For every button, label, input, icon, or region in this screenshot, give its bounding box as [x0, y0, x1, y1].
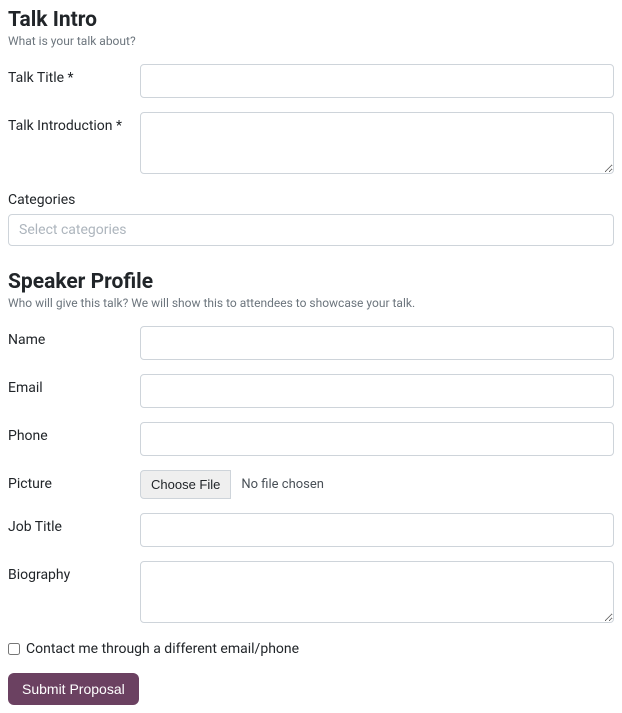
picture-label: Picture [8, 470, 140, 492]
name-row: Name [8, 326, 614, 360]
categories-label: Categories [8, 192, 614, 208]
picture-row: Picture Choose File No file chosen [8, 470, 614, 499]
submit-proposal-button[interactable]: Submit Proposal [8, 673, 139, 705]
choose-file-button[interactable]: Choose File [140, 470, 231, 499]
talk-title-row: Talk Title * [8, 64, 614, 98]
talk-introduction-textarea[interactable] [140, 112, 614, 174]
job-title-label: Job Title [8, 513, 140, 535]
talk-title-input[interactable] [140, 64, 614, 98]
phone-input[interactable] [140, 422, 614, 456]
email-input[interactable] [140, 374, 614, 408]
job-title-input[interactable] [140, 513, 614, 547]
talk-introduction-label: Talk Introduction * [8, 112, 140, 134]
speaker-profile-heading: Speaker Profile [8, 270, 614, 294]
email-label: Email [8, 374, 140, 396]
file-input-group: Choose File No file chosen [140, 470, 334, 499]
email-row: Email [8, 374, 614, 408]
biography-label: Biography [8, 561, 140, 583]
biography-textarea[interactable] [140, 561, 614, 623]
contact-alt-row: Contact me through a different email/pho… [8, 641, 614, 657]
talk-intro-heading: Talk Intro [8, 8, 614, 32]
speaker-profile-subtitle: Who will give this talk? We will show th… [8, 296, 614, 310]
talk-title-label: Talk Title * [8, 64, 140, 86]
file-status: No file chosen [231, 471, 334, 498]
name-input[interactable] [140, 326, 614, 360]
job-title-row: Job Title [8, 513, 614, 547]
phone-label: Phone [8, 422, 140, 444]
contact-alt-label: Contact me through a different email/pho… [26, 641, 299, 657]
categories-select[interactable]: Select categories [8, 214, 614, 246]
name-label: Name [8, 326, 140, 348]
contact-alt-checkbox[interactable] [8, 643, 20, 655]
phone-row: Phone [8, 422, 614, 456]
talk-intro-subtitle: What is your talk about? [8, 34, 614, 48]
talk-introduction-row: Talk Introduction * [8, 112, 614, 178]
categories-row: Categories Select categories [8, 192, 614, 246]
biography-row: Biography [8, 561, 614, 627]
